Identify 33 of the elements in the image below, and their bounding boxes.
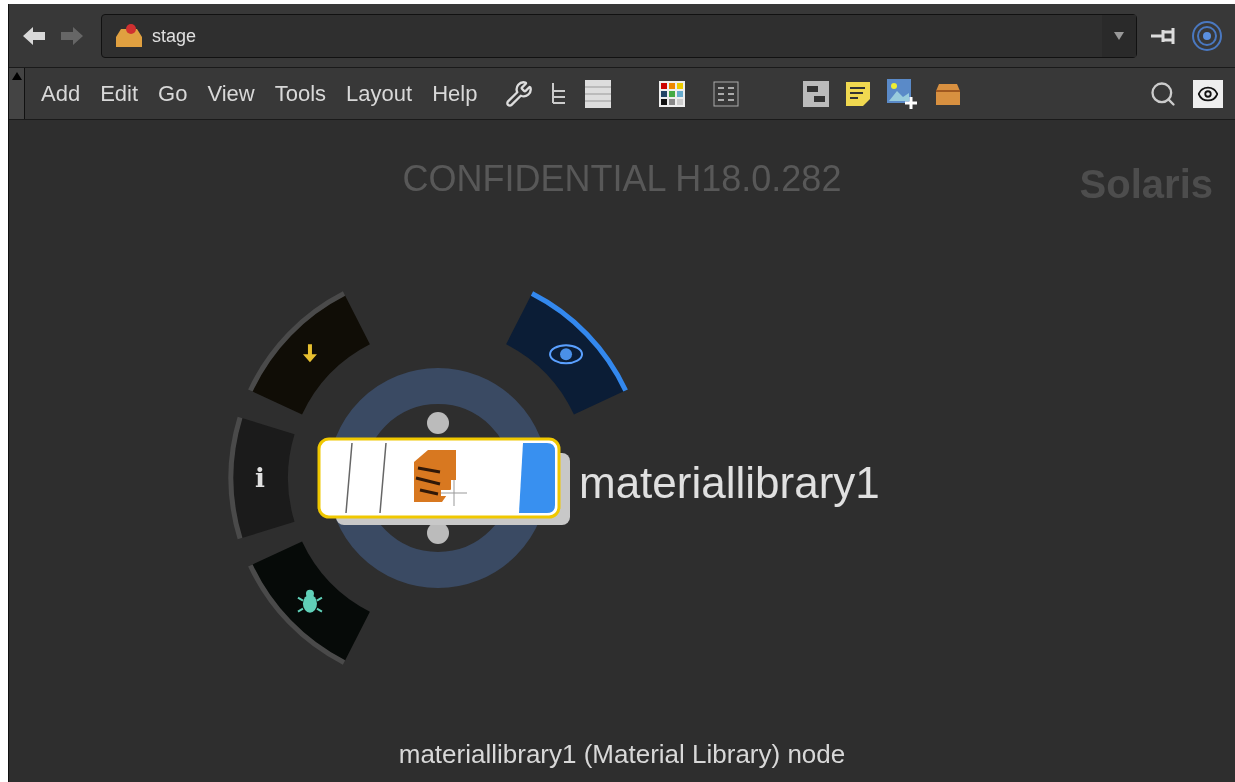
list-icon[interactable]: [585, 79, 612, 108]
menu-item[interactable]: Edit: [92, 77, 147, 110]
output-connector[interactable]: [427, 522, 449, 544]
tray-icon: [114, 22, 144, 49]
wrench-icon[interactable]: [505, 79, 534, 108]
eye-icon: [549, 344, 584, 365]
sticky-note-icon[interactable]: [845, 80, 872, 107]
node-name: materiallibrary1: [579, 457, 880, 509]
info-icon: i: [255, 463, 265, 493]
down-arrow-icon: [302, 344, 317, 363]
eye-toggle[interactable]: [1193, 79, 1223, 108]
menu-item[interactable]: Add: [33, 77, 89, 110]
menu-item[interactable]: Tools: [266, 77, 335, 110]
path-text: stage: [152, 24, 198, 48]
menu-item[interactable]: View: [199, 77, 263, 110]
dropdown-button[interactable]: [1102, 14, 1136, 57]
path-field[interactable]: stage: [101, 13, 1137, 58]
search-icon[interactable]: [1149, 79, 1177, 108]
input-connector[interactable]: [427, 412, 449, 434]
color-palette-icon[interactable]: [659, 80, 686, 107]
scroll-handle[interactable]: [9, 68, 25, 119]
menu-item[interactable]: Go: [150, 77, 196, 110]
radial-menu-segment[interactable]: [506, 291, 628, 415]
grid-icon[interactable]: [713, 80, 740, 107]
back-arrow-icon[interactable]: [21, 24, 47, 47]
bug-icon: [296, 589, 323, 613]
status-text: materiallibrary1 (Material Library) node: [398, 738, 846, 771]
add-image-icon[interactable]: [887, 78, 918, 109]
caret-icon: [1114, 31, 1124, 40]
menu-item[interactable]: Help: [424, 77, 486, 110]
menu-item[interactable]: Layout: [338, 77, 421, 110]
network-box-icon[interactable]: [803, 80, 830, 107]
target-icon[interactable]: [1191, 19, 1223, 52]
